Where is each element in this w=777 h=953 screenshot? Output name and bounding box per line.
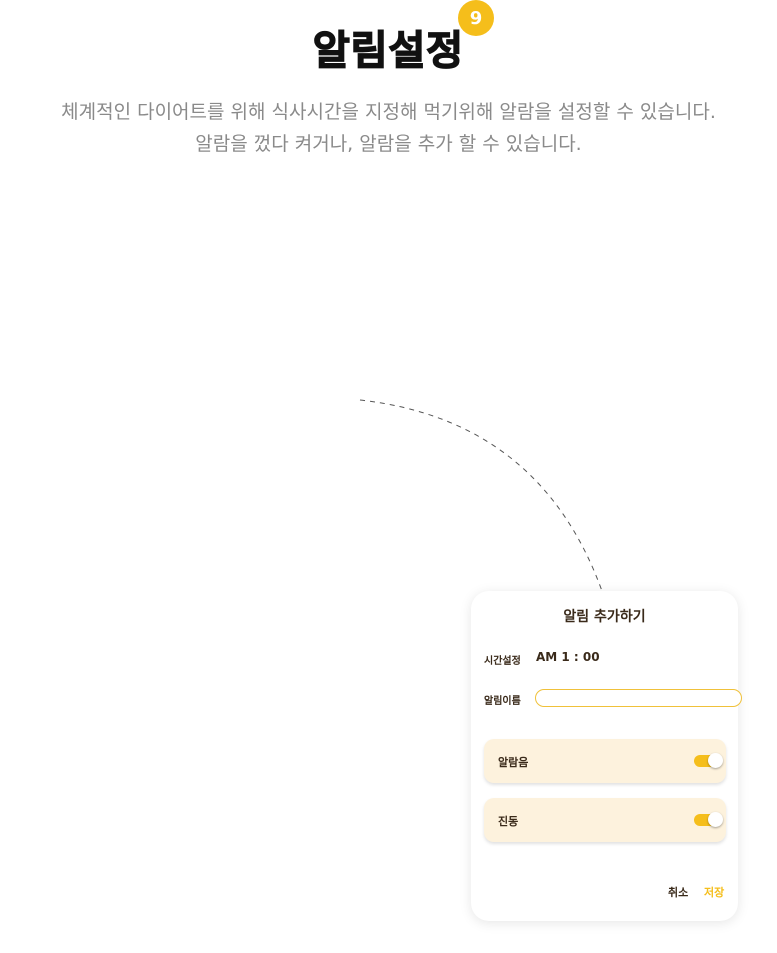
alarm-sound-label: 알람음	[498, 756, 529, 769]
cancel-button[interactable]: 취소	[668, 884, 688, 900]
dialog-title: 알림 추가하기	[563, 609, 646, 625]
time-value[interactable]: AM 1 : 00	[536, 650, 600, 664]
toggle-knob	[708, 812, 723, 827]
vibration-toggle[interactable]	[694, 812, 723, 827]
page-title: 알림설정	[312, 27, 465, 75]
alarm-name-input[interactable]	[535, 689, 742, 707]
time-setting-label: 시간설정	[484, 656, 521, 667]
save-button[interactable]: 저장	[704, 884, 724, 900]
alarm-sound-toggle[interactable]	[694, 753, 723, 768]
toggle-knob	[708, 753, 723, 768]
vibration-label: 진동	[498, 815, 519, 828]
description-line-1: 체계적인 다이어트를 위해 식사시간을 지정해 먹기위해 알람을 설정할 수 있…	[61, 101, 716, 123]
add-alarm-dialog: 알림 추가하기 시간설정 AM 1 : 00 알림이름 알람음 진동 취소 저장	[471, 591, 742, 921]
page-description: 체계적인 다이어트를 위해 식사시간을 지정해 먹기위해 알람을 설정할 수 있…	[0, 96, 777, 160]
step-number-badge: 9	[458, 0, 494, 36]
vibration-option: 진동	[484, 798, 726, 842]
alarm-name-label: 알림이름	[484, 696, 521, 707]
alarm-sound-option: 알람음	[484, 739, 726, 783]
description-line-2: 알람을 껐다 켜거나, 알람을 추가 할 수 있습니다.	[195, 133, 582, 155]
